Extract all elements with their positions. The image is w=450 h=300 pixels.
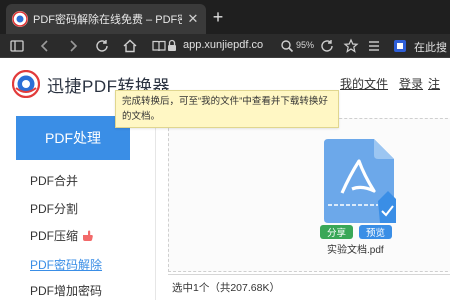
zoom-level: 95% <box>296 40 315 50</box>
tab-title: PDF密码解除在线免费 – PDF密码移除 <box>33 14 182 26</box>
web-page: 迅捷PDF转换器 我的文件 登录 注 PDF处理 PDF合并 PDF分割 PDF… <box>0 58 450 300</box>
sidebar-menu: PDF合并 PDF分割 PDF压缩 PDF密码解除 PDF增加密码 <box>16 160 130 300</box>
site-favicon-icon <box>12 11 28 27</box>
sidebar-item-label: PDF密码解除 <box>30 258 103 272</box>
sidebar-item-pdf-encrypt[interactable]: PDF增加密码 <box>30 282 102 299</box>
nav-register-link[interactable]: 注 <box>428 75 440 92</box>
home-icon[interactable] <box>121 37 139 55</box>
share-button[interactable]: 分享 <box>320 225 353 239</box>
divider <box>155 123 156 300</box>
file-drop-zone[interactable] <box>168 118 450 272</box>
zoom-icon[interactable] <box>278 37 296 55</box>
back-icon[interactable] <box>36 37 54 55</box>
browser-tabbar: PDF密码解除在线免费 – PDF密码移除 ✕ + <box>0 0 450 34</box>
selection-status-text: 选中1个（共207.68K） <box>172 282 280 294</box>
sidebar-item-pdf-decrypt[interactable]: PDF密码解除 <box>30 256 102 273</box>
file-name: 实验文档.pdf <box>327 245 384 256</box>
sidebar-item-pdf-split[interactable]: PDF分割 <box>30 200 78 217</box>
search-box[interactable]: 在此搜 <box>414 39 447 55</box>
forward-icon[interactable] <box>64 37 82 55</box>
nav-login-link[interactable]: 登录 <box>399 75 423 92</box>
sidebar-item-pdf-compress[interactable]: PDF压缩 <box>30 227 94 244</box>
tooltip-text: 完成转换后，可至“我的文件”中查看并下载转换好的文档。 <box>122 96 328 122</box>
browser-tab[interactable]: PDF密码解除在线免费 – PDF密码移除 ✕ <box>6 4 206 34</box>
search-engine-icon[interactable] <box>391 37 409 55</box>
hot-hand-icon <box>81 229 94 242</box>
selection-status-bar: 选中1个（共207.68K） <box>168 274 450 300</box>
sidebar-header[interactable]: PDF处理 <box>16 116 130 160</box>
sidebar-item-label: PDF合并 <box>30 174 79 188</box>
lock-icon <box>163 37 181 55</box>
browser-toolbar: app.xunjiepdf.co 95% 在此搜 <box>0 34 450 58</box>
brand-logo-icon[interactable] <box>11 69 41 99</box>
new-tab-button[interactable]: + <box>208 7 228 27</box>
preview-button[interactable]: 预览 <box>359 225 392 239</box>
nav-my-files-link[interactable]: 我的文件 <box>340 75 388 92</box>
sidebar-item-label: PDF分割 <box>30 202 79 216</box>
sidebar-item-label: PDF压缩 <box>30 229 79 243</box>
bookmark-star-icon[interactable] <box>342 37 360 55</box>
file-area: 分享 预览 实验文档.pdf 选中1个（共207.68K） <box>168 118 450 300</box>
reload-icon[interactable] <box>93 37 111 55</box>
menu-icon[interactable] <box>365 37 383 55</box>
sidebar-item-label: PDF增加密码 <box>30 284 103 298</box>
tab-close-icon[interactable]: ✕ <box>186 11 200 27</box>
tooltip: 完成转换后，可至“我的文件”中查看并下载转换好的文档。 <box>115 90 339 128</box>
address-bar-url[interactable]: app.xunjiepdf.co <box>183 39 263 51</box>
pdf-file-icon[interactable] <box>322 139 396 223</box>
refresh-icon[interactable] <box>318 37 336 55</box>
sidebar-item-pdf-merge[interactable]: PDF合并 <box>30 172 78 189</box>
sidebar-toggle-icon[interactable] <box>8 37 26 55</box>
